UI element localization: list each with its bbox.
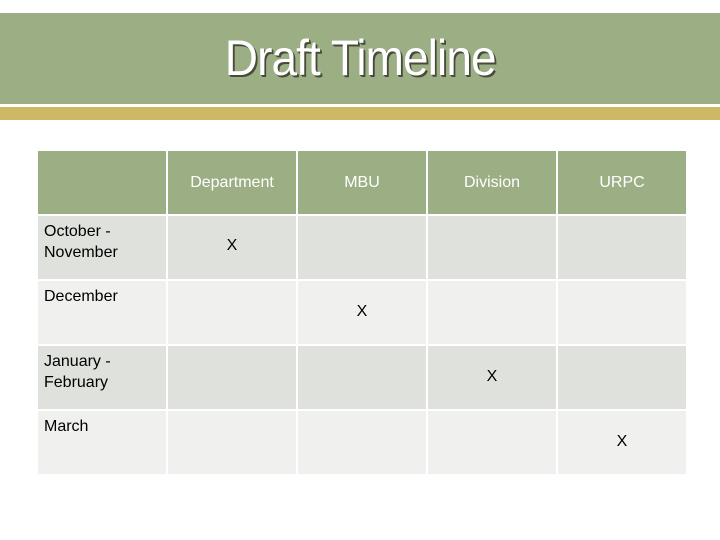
check-mark: X bbox=[616, 433, 628, 450]
period-label: December bbox=[38, 281, 166, 344]
header-department: Department bbox=[168, 151, 296, 214]
cell-mbu bbox=[298, 216, 426, 279]
check-mark: X bbox=[486, 368, 498, 385]
header-mbu: MBU bbox=[298, 151, 426, 214]
cell-mbu bbox=[298, 411, 426, 474]
cell-urpc bbox=[558, 281, 686, 344]
table-row: December X bbox=[38, 281, 686, 344]
cell-division bbox=[428, 281, 556, 344]
accent-stripe bbox=[0, 107, 720, 120]
slide-title-text: Draft Timeline bbox=[224, 30, 497, 86]
cell-division bbox=[428, 216, 556, 279]
cell-division: X bbox=[428, 346, 556, 409]
cell-mbu: X bbox=[298, 281, 426, 344]
cell-department bbox=[168, 411, 296, 474]
cell-department bbox=[168, 346, 296, 409]
table-row: January - February X bbox=[38, 346, 686, 409]
cell-urpc: X bbox=[558, 411, 686, 474]
header-corner bbox=[38, 151, 166, 214]
cell-division bbox=[428, 411, 556, 474]
timeline-table: Department MBU Division URPC October - N… bbox=[36, 149, 688, 476]
cell-urpc bbox=[558, 216, 686, 279]
header-division: Division bbox=[428, 151, 556, 214]
cell-department: X bbox=[168, 216, 296, 279]
period-label: October - November bbox=[38, 216, 166, 279]
cell-mbu bbox=[298, 346, 426, 409]
period-label: January - February bbox=[38, 346, 166, 409]
check-mark: X bbox=[356, 303, 368, 320]
cell-department bbox=[168, 281, 296, 344]
table-row: March X bbox=[38, 411, 686, 474]
period-text: January - February bbox=[44, 353, 111, 391]
check-mark: X bbox=[226, 237, 238, 254]
header-urpc: URPC bbox=[558, 151, 686, 214]
period-label: March bbox=[38, 411, 166, 474]
table-row: October - November X bbox=[38, 216, 686, 279]
slide-title: Draft Timeline bbox=[0, 13, 720, 104]
period-text: October - November bbox=[44, 223, 118, 261]
cell-urpc bbox=[558, 346, 686, 409]
header-row: Department MBU Division URPC bbox=[38, 151, 686, 214]
